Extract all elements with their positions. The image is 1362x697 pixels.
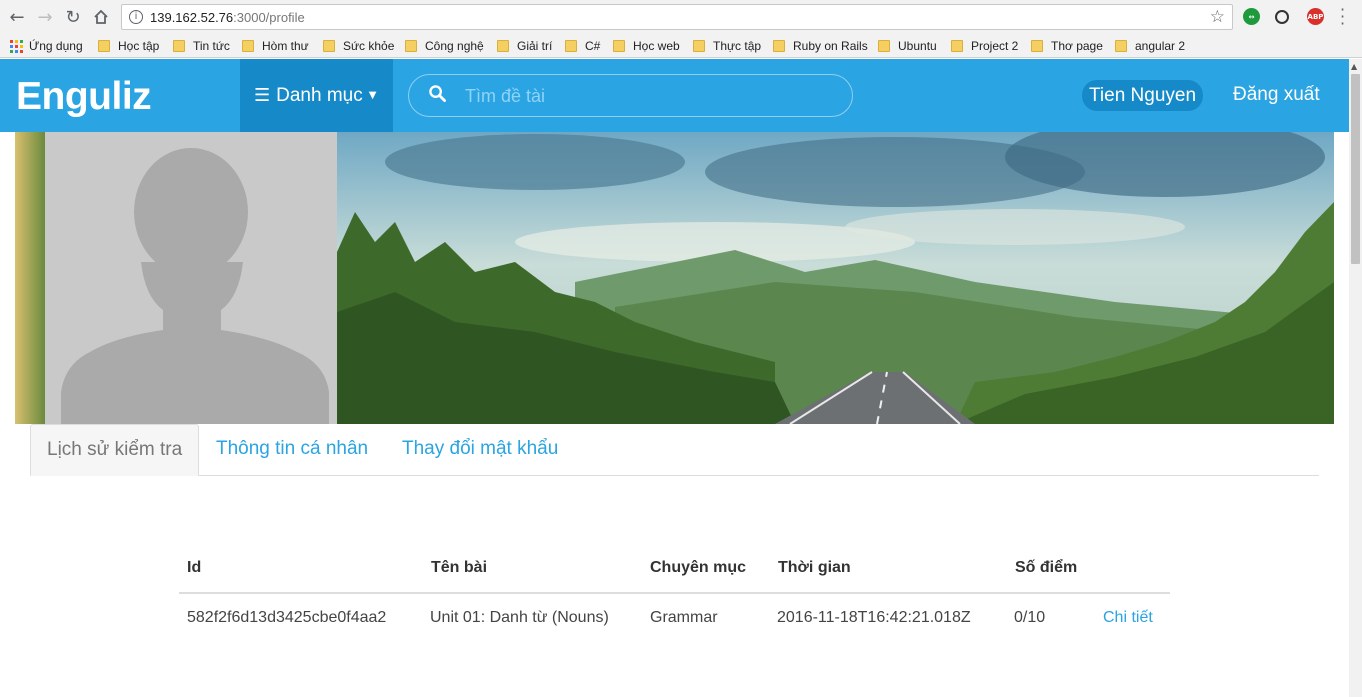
folder-icon: [613, 40, 625, 52]
bookmark-folder[interactable]: Hòm thư: [242, 38, 309, 54]
logout-link[interactable]: Đăng xuất: [1233, 84, 1320, 106]
bookmark-folder[interactable]: Học tập: [98, 38, 159, 54]
folder-icon: [405, 40, 417, 52]
bookmark-label: Hòm thư: [262, 39, 309, 53]
bookmark-folder[interactable]: Ubuntu: [878, 38, 937, 54]
cell-score: 0/10: [1014, 609, 1046, 626]
cell-category: Grammar: [650, 609, 718, 626]
url-text: 139.162.52.76:3000/profile: [150, 10, 305, 25]
column-header-title: Tên bài: [431, 559, 488, 576]
bookmark-label: Tin tức: [193, 39, 230, 53]
folder-icon: [1031, 40, 1043, 52]
bookmark-label: Học web: [633, 39, 680, 53]
bookmark-folder[interactable]: Giải trí: [497, 38, 552, 54]
browser-toolbar: ← → ↻ i 139.162.52.76:3000/profile ☆ ↔ A…: [0, 0, 1362, 34]
history-table: Id Tên bài Chuyên mục Thời gian Số điểm …: [179, 539, 1170, 641]
folder-icon: [565, 40, 577, 52]
folder-icon: [1115, 40, 1127, 52]
bookmark-label: C#: [585, 39, 601, 53]
bookmark-label: Ruby on Rails: [793, 39, 868, 53]
scroll-up-icon[interactable]: ▲: [1351, 62, 1357, 71]
default-user-silhouette-icon: [61, 148, 329, 424]
info-icon[interactable]: i: [129, 10, 143, 24]
folder-icon: [951, 40, 963, 52]
bookmarks-bar: Ứng dụng Học tập Tin tức Hòm thư Sức khỏ…: [0, 34, 1362, 58]
cell-id: 582f2f6d13d3425cbe0f4aa2: [187, 609, 387, 626]
folder-icon: [693, 40, 705, 52]
tab-change-password[interactable]: Thay đổi mật khẩu: [386, 424, 574, 476]
bookmark-label: Ubuntu: [898, 39, 937, 53]
bookmark-folder[interactable]: Thực tập: [693, 38, 761, 54]
cell-title: Unit 01: Danh từ (Nouns): [430, 609, 609, 626]
forward-arrow-icon[interactable]: →: [34, 6, 56, 28]
bookmark-label: Thơ page: [1051, 39, 1103, 53]
hamburger-icon: ☰: [254, 85, 271, 106]
extension-arrows-icon[interactable]: ↔: [1243, 8, 1260, 25]
search-icon: [429, 85, 446, 102]
home-icon[interactable]: [90, 6, 112, 28]
bookmark-folder[interactable]: Thơ page: [1031, 38, 1103, 54]
adblock-icon[interactable]: ABP: [1307, 8, 1324, 25]
bookmark-apps[interactable]: Ứng dụng: [10, 38, 83, 54]
tab-test-history[interactable]: Lịch sử kiểm tra: [30, 424, 200, 476]
bookmark-folder[interactable]: Tin tức: [173, 38, 230, 54]
folder-icon: [773, 40, 785, 52]
extension-circle-icon[interactable]: [1275, 10, 1289, 24]
back-arrow-icon[interactable]: ←: [6, 6, 28, 28]
folder-icon: [323, 40, 335, 52]
bookmark-label: Học tập: [118, 39, 160, 53]
address-bar[interactable]: i 139.162.52.76:3000/profile ☆: [121, 4, 1233, 30]
navbar: Enguliz ☰ Danh mục ▼ Tien Nguyen Đăng xu…: [0, 59, 1349, 132]
bookmark-folder[interactable]: Học web: [613, 38, 680, 54]
bookmark-label: Giải trí: [517, 39, 553, 53]
page-scrollbar[interactable]: ▲: [1349, 59, 1362, 697]
scrollbar-thumb[interactable]: [1351, 74, 1360, 264]
bookmark-label: Thực tập: [713, 39, 762, 53]
profile-tabs: Lịch sử kiểm tra Thông tin cá nhân Thay …: [30, 424, 1319, 476]
search-input[interactable]: [465, 81, 835, 111]
bookmark-folder[interactable]: C#: [565, 38, 600, 54]
detail-link[interactable]: Chi tiết: [1103, 609, 1153, 627]
reload-icon[interactable]: ↻: [62, 6, 84, 28]
folder-icon: [242, 40, 254, 52]
category-menu-label: Danh mục: [276, 84, 363, 106]
bookmark-folder[interactable]: Project 2: [951, 38, 1018, 54]
bookmark-folder[interactable]: Ruby on Rails: [773, 38, 868, 54]
table-row: 582f2f6d13d3425cbe0f4aa2 Unit 01: Danh t…: [179, 594, 1170, 641]
column-header-score: Số điểm: [1015, 559, 1078, 576]
folder-icon: [497, 40, 509, 52]
folder-icon: [878, 40, 890, 52]
column-header-category: Chuyên mục: [650, 559, 747, 576]
bookmark-folder[interactable]: Công nghệ: [405, 38, 484, 54]
caret-down-icon: ▼: [368, 90, 377, 101]
tab-personal-info[interactable]: Thông tin cá nhân: [200, 424, 384, 476]
avatar[interactable]: [45, 132, 337, 424]
user-name-link[interactable]: Tien Nguyen: [1082, 80, 1204, 111]
browser-menu-icon[interactable]: · · ·: [1340, 2, 1345, 32]
apps-grid-icon: [10, 39, 23, 53]
bookmark-star-icon[interactable]: ☆: [1210, 7, 1225, 27]
brand-logo[interactable]: Enguliz: [16, 75, 152, 119]
bookmark-label: Công nghệ: [425, 39, 484, 53]
column-header-id: Id: [187, 559, 202, 576]
table-header: Id Tên bài Chuyên mục Thời gian Số điểm: [179, 539, 1170, 594]
page: Enguliz ☰ Danh mục ▼ Tien Nguyen Đăng xu…: [0, 59, 1362, 697]
folder-icon: [98, 40, 110, 52]
bookmark-label: Ứng dụng: [29, 39, 83, 53]
cell-time: 2016-11-18T16:42:21.018Z: [777, 609, 971, 626]
bookmark-label: angular 2: [1135, 39, 1186, 53]
bookmark-label: Sức khỏe: [343, 39, 395, 53]
category-menu-button[interactable]: ☰ Danh mục ▼: [240, 59, 393, 132]
column-header-time: Thời gian: [778, 559, 851, 576]
bookmark-label: Project 2: [971, 39, 1019, 53]
search-box: [408, 74, 853, 117]
bookmark-folder[interactable]: angular 2: [1115, 38, 1185, 54]
bookmark-folder[interactable]: Sức khỏe: [323, 38, 394, 54]
folder-icon: [173, 40, 185, 52]
